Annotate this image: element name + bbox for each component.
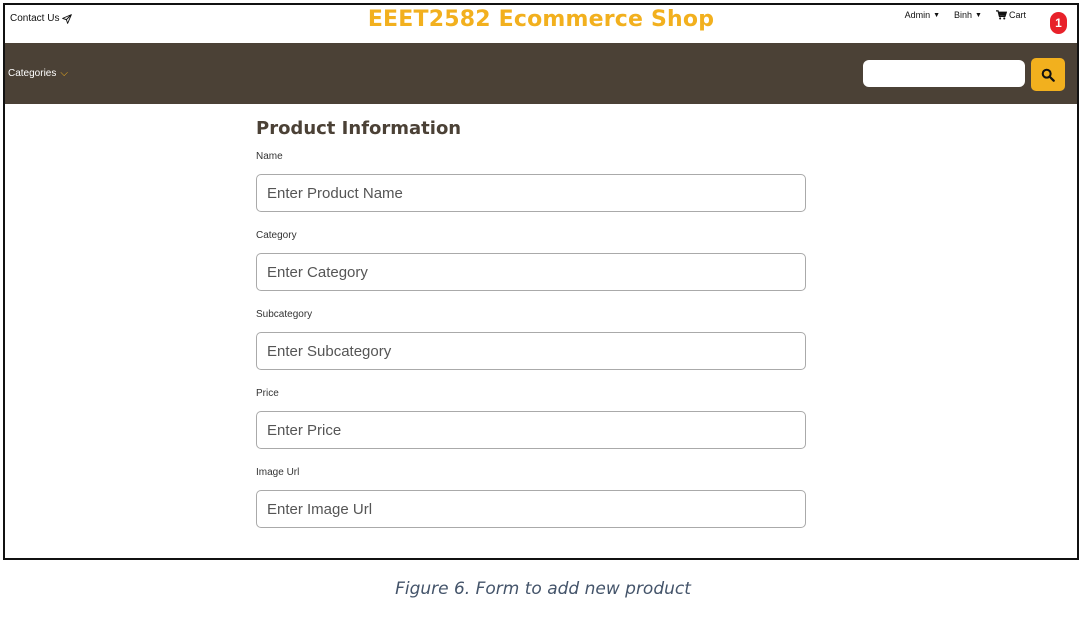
categories-label: Categories xyxy=(8,68,57,79)
form-title: Product Information xyxy=(256,118,462,139)
user-label: Binh xyxy=(954,10,973,20)
product-name-input[interactable] xyxy=(256,174,806,212)
search-button[interactable] xyxy=(1031,58,1065,91)
chevron-down-icon: ⌵ xyxy=(60,68,68,79)
name-label: Name xyxy=(256,151,283,162)
product-form: Product Information Name Category Subcat… xyxy=(256,118,808,546)
price-label: Price xyxy=(256,388,279,399)
browser-frame: Contact Us EEET2582 Ecommerce Shop Admin… xyxy=(3,3,1079,560)
admin-dropdown[interactable]: Admin ▼ xyxy=(905,10,940,20)
header-actions: Admin ▼ Binh ▼ Cart 1 xyxy=(905,10,1067,34)
cart-link[interactable]: Cart xyxy=(995,10,1026,20)
category-input[interactable] xyxy=(256,253,806,291)
search-input[interactable] xyxy=(863,60,1025,87)
cart-count-badge: 1 xyxy=(1050,12,1067,34)
top-bar: Contact Us EEET2582 Ecommerce Shop Admin… xyxy=(5,5,1077,43)
figure-caption: Figure 6. Form to add new product xyxy=(395,579,691,599)
cart-label: Cart xyxy=(1008,10,1026,20)
user-dropdown[interactable]: Binh ▼ xyxy=(954,10,982,20)
image-url-label: Image Url xyxy=(256,467,300,478)
price-input[interactable] xyxy=(256,411,806,449)
cart-icon xyxy=(995,10,1007,20)
categories-dropdown[interactable]: Categories ⌵ xyxy=(8,68,68,79)
image-url-input[interactable] xyxy=(256,490,806,528)
caret-down-icon: ▼ xyxy=(975,11,982,19)
admin-label: Admin xyxy=(904,10,931,20)
category-label: Category xyxy=(256,230,297,241)
caret-down-icon: ▼ xyxy=(933,11,941,19)
subcategory-input[interactable] xyxy=(256,332,806,370)
search-icon xyxy=(1041,68,1055,82)
subcategory-label: Subcategory xyxy=(256,309,313,320)
nav-bar: Categories ⌵ xyxy=(5,43,1077,104)
